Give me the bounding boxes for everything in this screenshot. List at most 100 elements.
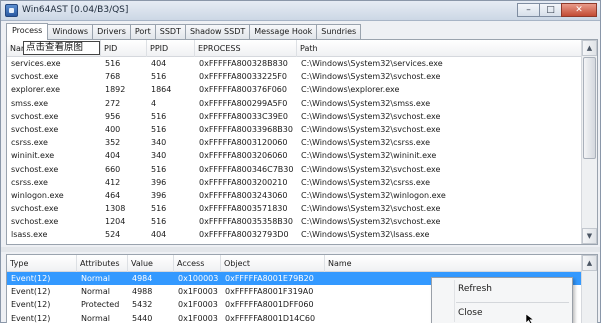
tab-process[interactable]: Process [6, 23, 49, 40]
pid-cell: 660 [105, 164, 121, 174]
handle-scroll-up-arrow-icon[interactable]: ▲ [582, 255, 597, 271]
tab-message-hook[interactable]: Message Hook [249, 24, 318, 39]
path-cell: C:\Windows\System32\svchost.exe [301, 217, 441, 227]
tab-drivers[interactable]: Drivers [92, 24, 131, 39]
value-cell: 4984 [132, 274, 153, 283]
handle-type-cell: Event(12) [11, 313, 51, 323]
pid-cell: 516 [105, 59, 121, 68]
title-bar[interactable]: Win64AST [0.04/B3/QS] – □ ✕ [1, 1, 600, 21]
pid-cell: 524 [105, 230, 121, 240]
column-header-object[interactable]: Object [221, 255, 325, 272]
path-cell: C:\Windows\System32\smss.exe [301, 98, 431, 108]
process-row[interactable]: svchost.exe 956 516 0xFFFFFA80033C39E0 C:\Wi… [7, 110, 597, 123]
process-list[interactable]: Name PID PPID EPROCESS Path services.exe… [6, 39, 598, 245]
tab-sundries[interactable]: Sundries [316, 24, 362, 39]
eprocess-cell: 0xFFFFFA800376F060 [199, 85, 287, 95]
eprocess-cell: 0xFFFFFA80033225F0 [199, 72, 287, 82]
column-header-type[interactable]: Type [7, 255, 77, 272]
context-menu-close[interactable]: Close [458, 304, 483, 322]
object-cell: 0xFFFFFA8001F319A0 [225, 287, 314, 297]
eprocess-cell: 0xFFFFFA800328B830 [199, 59, 288, 68]
column-header-pid[interactable]: PID [101, 40, 147, 57]
pid-cell: 1308 [105, 204, 126, 214]
minimize-button[interactable]: – [517, 3, 540, 17]
tab-port[interactable]: Port [129, 24, 156, 39]
process-row[interactable]: svchost.exe 1204 516 0xFFFFFA80035358B30 C:\… [7, 215, 597, 228]
column-header-attributes[interactable]: Attributes [77, 255, 128, 272]
context-menu-separator [456, 302, 569, 303]
process-name-cell: svchost.exe [11, 204, 59, 214]
access-cell: 0x1F0003 [178, 313, 218, 323]
value-cell: 4988 [132, 287, 153, 297]
scrollbar-thumb[interactable] [583, 57, 596, 159]
column-header-access[interactable]: Access [174, 255, 221, 272]
process-row[interactable]: svchost.exe 768 516 0xFFFFFA80033225F0 C:\Wi… [7, 70, 597, 83]
tab-ssdt[interactable]: SSDT [154, 24, 186, 39]
scroll-up-arrow-icon[interactable]: ▲ [582, 40, 597, 56]
process-row[interactable]: smss.exe 272 4 0xFFFFFA800299A5F0 C:\Windows… [7, 97, 597, 110]
process-row[interactable]: csrss.exe 412 396 0xFFFFFA8003200210 C:\Wind… [7, 176, 597, 189]
tab-shadow-ssdt[interactable]: Shadow SSDT [184, 24, 251, 39]
handle-type-cell: Event(12) [11, 287, 51, 297]
column-header-path[interactable]: Path [297, 40, 583, 57]
window-title: Win64AST [0.04/B3/QS] [22, 5, 129, 15]
process-row[interactable]: csrss.exe 352 340 0xFFFFFA8003120060 C:\Wind… [7, 136, 597, 149]
eprocess-cell: 0xFFFFFA80033968B30 [199, 124, 293, 134]
path-cell: C:\Windows\System32\svchost.exe [301, 124, 441, 134]
attributes-cell: Normal [81, 274, 110, 283]
object-cell: 0xFFFFFA8001DFF060 [225, 300, 314, 310]
process-row[interactable]: services.exe 516 404 0xFFFFFA800328B830 C:\W… [7, 57, 597, 70]
attributes-cell: Protected [81, 300, 120, 310]
access-cell: 0x100003 [178, 274, 219, 283]
process-name-cell: svchost.exe [11, 124, 59, 134]
ppid-cell: 340 [151, 138, 167, 148]
maximize-button[interactable]: □ [539, 3, 562, 17]
process-row[interactable]: wininit.exe 404 340 0xFFFFFA8003206060 C:\Wi… [7, 149, 597, 162]
process-row[interactable]: svchost.exe 1308 516 0xFFFFFA8003571830 C:\W… [7, 202, 597, 215]
eprocess-cell: 0xFFFFFA8003571830 [199, 204, 288, 214]
column-header-eprocess[interactable]: EPROCESS [195, 40, 297, 57]
process-row[interactable]: lsass.exe 524 404 0xFFFFFA80032793D0 C:\Wind… [7, 228, 597, 241]
scroll-down-arrow-icon[interactable]: ▼ [582, 228, 597, 244]
process-name-cell: smss.exe [11, 98, 49, 108]
process-row[interactable]: explorer.exe 1892 1864 0xFFFFFA800376F060 C:… [7, 83, 597, 96]
path-cell: C:\Windows\System32\svchost.exe [301, 111, 441, 121]
path-cell: C:\Windows\System32\services.exe [301, 59, 443, 68]
eprocess-cell: 0xFFFFFA800299A5F0 [199, 98, 288, 108]
process-name-cell: svchost.exe [11, 72, 59, 82]
process-row[interactable]: svchost.exe 660 516 0xFFFFFA800346C7B30 C:\W… [7, 163, 597, 176]
pid-cell: 272 [105, 98, 121, 108]
value-cell: 5440 [132, 313, 153, 323]
process-row[interactable]: svchost.exe 400 516 0xFFFFFA80033968B30 C:\W… [7, 123, 597, 136]
column-header-handle-name[interactable]: Name [325, 255, 583, 272]
process-name-cell: csrss.exe [11, 177, 48, 187]
ppid-cell: 1864 [151, 85, 172, 95]
path-cell: C:\Windows\System32\wininit.exe [301, 151, 437, 161]
column-header-value[interactable]: Value [128, 255, 174, 272]
path-cell: C:\Windows\System32\csrss.exe [301, 138, 431, 148]
tab-windows[interactable]: Windows [47, 24, 94, 39]
path-cell: C:\Windows\System32\svchost.exe [301, 72, 441, 82]
ppid-cell: 516 [151, 217, 167, 227]
process-name-cell: services.exe [11, 59, 61, 68]
tab-strip: Process Windows Drivers Port SSDT Shadow… [6, 23, 362, 40]
process-row[interactable]: winlogon.exe 464 396 0xFFFFFA8003243060 C:\W… [7, 189, 597, 202]
pid-cell: 768 [105, 72, 121, 82]
ppid-cell: 516 [151, 111, 167, 121]
handle-list-scrollbar[interactable]: ▲ [581, 255, 597, 323]
path-cell: C:\Windows\explorer.exe [301, 85, 400, 95]
context-menu-refresh[interactable]: Refresh [458, 280, 492, 298]
eprocess-cell: 0xFFFFFA8003120060 [199, 138, 288, 148]
eprocess-cell: 0xFFFFFA8003200210 [199, 177, 288, 187]
panel-splitter[interactable] [1, 247, 600, 252]
access-cell: 0x1F0003 [178, 300, 218, 310]
handle-list-header: Type Attributes Value Access Object Name [7, 255, 597, 272]
eprocess-cell: 0xFFFFFA800346C7B30 [199, 164, 294, 174]
pid-cell: 352 [105, 138, 121, 148]
close-button[interactable]: ✕ [561, 3, 597, 17]
pid-cell: 1892 [105, 85, 126, 95]
process-list-scrollbar[interactable]: ▲ ▼ [581, 40, 597, 244]
view-original-image-label[interactable]: 点击查看原图 [23, 41, 100, 55]
column-header-ppid[interactable]: PPID [147, 40, 195, 57]
process-rows: services.exe 516 404 0xFFFFFA800328B830 C:\W… [7, 57, 597, 242]
